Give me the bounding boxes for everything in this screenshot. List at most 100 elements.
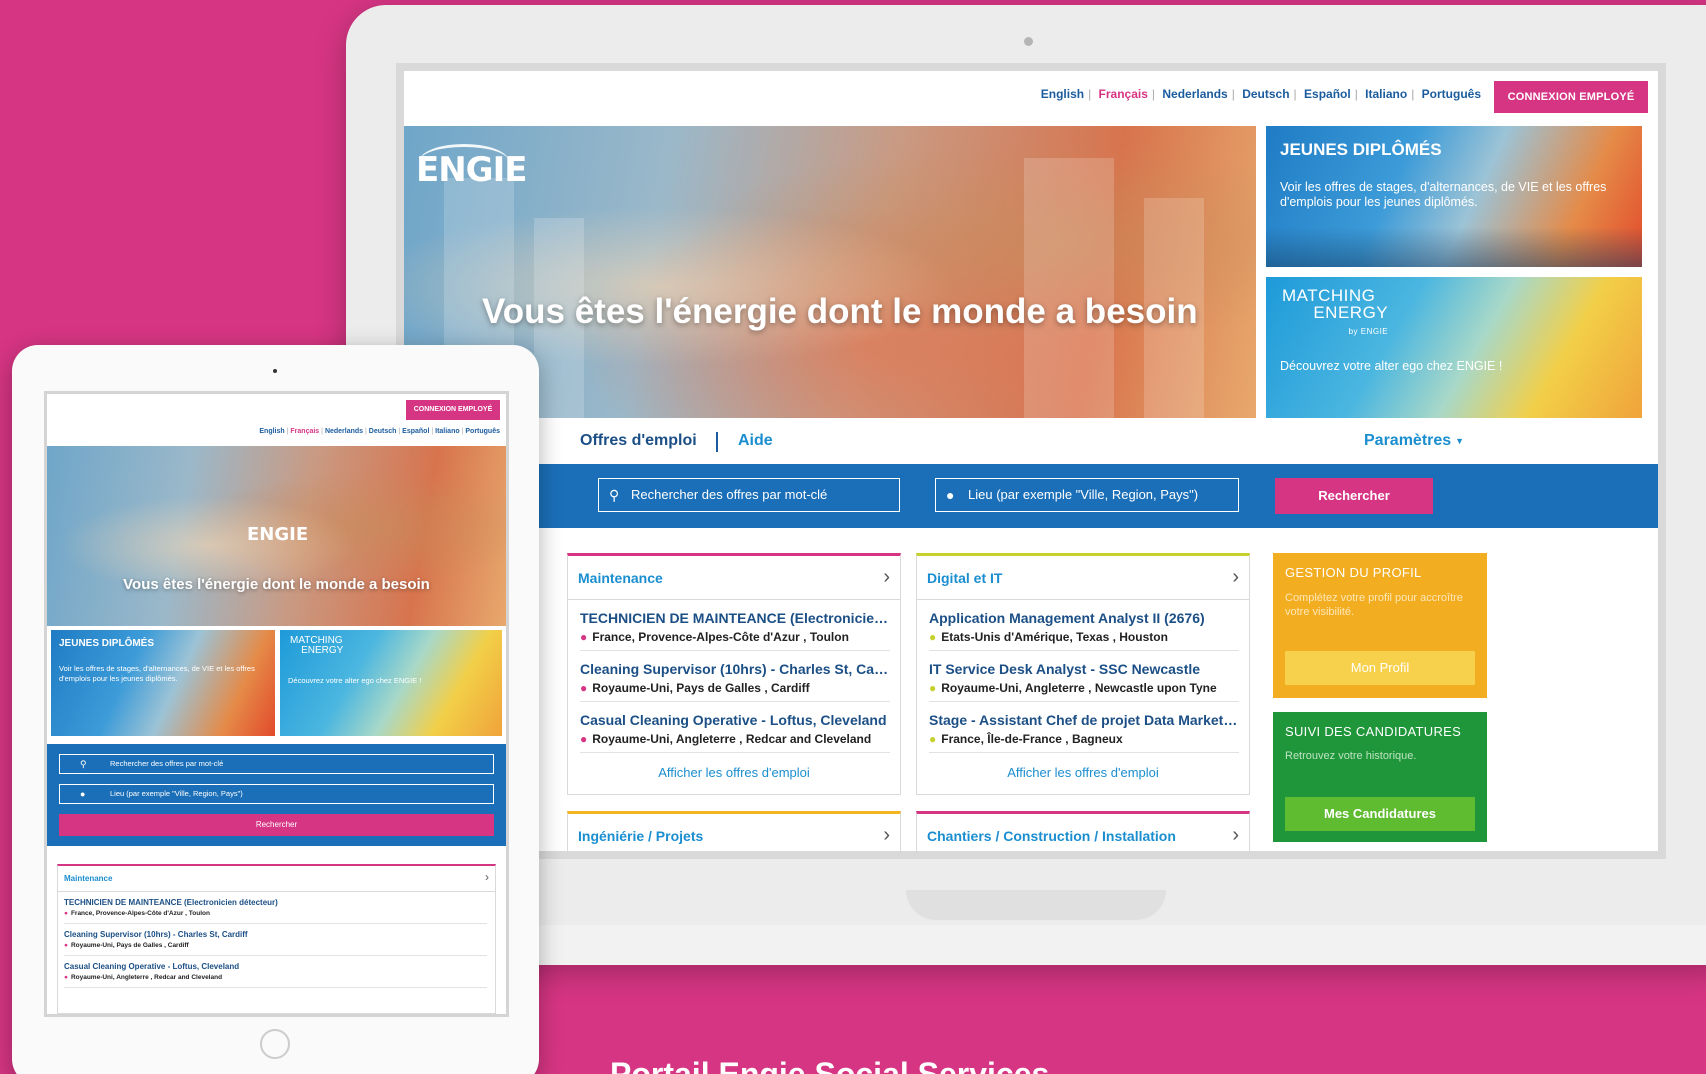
employee-login-button[interactable]: CONNEXION EMPLOYÉ — [1494, 81, 1648, 113]
lang-spanish[interactable]: Español — [1304, 87, 1351, 101]
job-location: ● France, Provence-Alpes-Côte d'Azur , To… — [580, 630, 849, 644]
matching-energy-text: Découvrez votre alter ego chez ENGIE ! — [288, 676, 422, 685]
graduates-title: JEUNES DIPLÔMÉS — [1280, 140, 1442, 159]
category-title: Ingéniérie / Projets — [578, 828, 704, 844]
lang-italian[interactable]: Italiano — [1365, 87, 1407, 101]
matching-energy-logo: MATCHING ENERGY — [290, 635, 344, 656]
category-card-digital: Digital et IT › Application Management A… — [916, 553, 1250, 795]
lang-dutch[interactable]: Nederlands — [1162, 87, 1227, 101]
engie-logo[interactable]: ENGIE — [416, 144, 527, 190]
location-pin-icon: ● — [929, 681, 937, 695]
lang-portuguese[interactable]: Português — [1422, 87, 1481, 101]
matching-energy-logo: MATCHING ENERGY by ENGIE — [1282, 286, 1389, 336]
location-pin-icon: ● — [580, 681, 588, 695]
job-item[interactable]: Application Management Analyst II (2676)… — [929, 600, 1239, 651]
search-bar: ⚲ Rechercher des offres par mot-clé ● Li… — [47, 744, 506, 846]
lang-french[interactable]: Français — [290, 428, 319, 435]
keyword-placeholder: Rechercher des offres par mot-clé — [110, 759, 224, 768]
job-title[interactable]: Stage - Assistant Chef de projet Data Ma… — [929, 712, 1239, 728]
profile-panel: GESTION DU PROFIL Complétez votre profil… — [1273, 553, 1487, 698]
category-card-maintenance: Maintenance › TECHNICIEN DE MAINTEANCE (… — [567, 553, 901, 795]
location-pin-icon: ● — [946, 487, 955, 503]
graduates-text: Voir les offres de stages, d'alternances… — [1280, 180, 1607, 209]
my-applications-button[interactable]: Mes Candidatures — [1285, 797, 1475, 831]
job-title[interactable]: Cleaning Supervisor (10hrs) - Charles St… — [580, 661, 890, 677]
keyword-search-input[interactable]: ⚲ Rechercher des offres par mot-clé — [598, 478, 900, 512]
employee-login-button[interactable]: CONNEXION EMPLOYÉ — [406, 400, 500, 420]
location-pin-icon: ● — [64, 910, 68, 917]
graduates-promo[interactable]: JEUNES DIPLÔMÉS Voir les offres de stage… — [51, 630, 275, 736]
keyword-search-input[interactable]: ⚲ Rechercher des offres par mot-clé — [59, 754, 494, 774]
job-item[interactable]: IT Service Desk Analyst - SSC Newcastle … — [929, 651, 1239, 702]
job-title[interactable]: Cleaning Supervisor (10hrs) - Charles St… — [64, 930, 487, 939]
category-header[interactable]: Chantiers / Construction / Installation … — [917, 814, 1249, 851]
search-bar: ⚲ Rechercher des offres par mot-clé ● Li… — [538, 464, 1658, 528]
category-card-engineering: Ingéniérie / Projets › — [567, 811, 901, 851]
matching-energy-text: Découvrez votre alter ego chez ENGIE ! — [1280, 359, 1503, 373]
applications-panel: SUIVI DES CANDIDATURES Retrouvez votre h… — [1273, 712, 1487, 842]
laptop-camera — [1024, 37, 1033, 46]
engie-logo[interactable]: ENGIE — [247, 524, 308, 545]
job-location: ● Royaume-Uni, Angleterre , Newcastle upo… — [929, 681, 1217, 695]
job-item[interactable]: TECHNICIEN DE MAINTEANCE (Electronicien … — [580, 600, 890, 651]
lang-italian[interactable]: Italiano — [435, 428, 460, 435]
tablet-screen: CONNEXION EMPLOYÉ English | Français | N… — [44, 391, 509, 1017]
lang-german[interactable]: Deutsch — [369, 428, 397, 435]
tab-help[interactable]: Aide — [738, 432, 773, 450]
search-button[interactable]: Rechercher — [59, 814, 494, 836]
matching-energy-promo[interactable]: MATCHING ENERGY by ENGIE Découvrez votre… — [1266, 277, 1642, 418]
profile-text: Complétez votre profil pour accroître vo… — [1285, 592, 1463, 618]
lang-german[interactable]: Deutsch — [1242, 87, 1289, 101]
graduates-promo[interactable]: JEUNES DIPLÔMÉS Voir les offres de stage… — [1266, 126, 1642, 267]
location-pin-icon: ● — [64, 974, 68, 981]
chevron-right-icon[interactable]: › — [883, 824, 890, 847]
category-header[interactable]: Maintenance › — [58, 866, 495, 892]
job-title[interactable]: TECHNICIEN DE MAINTEANCE (Electronicien … — [64, 898, 487, 907]
my-profile-button[interactable]: Mon Profil — [1285, 651, 1475, 685]
category-header[interactable]: Ingéniérie / Projets › — [568, 814, 900, 851]
tablet-device: CONNEXION EMPLOYÉ English | Français | N… — [12, 345, 539, 1074]
show-all-jobs-link[interactable]: Afficher les offres d'emploi — [917, 753, 1249, 794]
job-title[interactable]: Application Management Analyst II (2676) — [929, 610, 1239, 626]
job-title[interactable]: IT Service Desk Analyst - SSC Newcastle — [929, 661, 1239, 677]
page-caption: Portail Engie Social Services — [610, 1056, 1050, 1074]
settings-menu[interactable]: Paramètres ▼ — [1364, 432, 1464, 450]
location-search-input[interactable]: ● Lieu (par exemple "Ville, Region, Pays… — [59, 784, 494, 804]
lang-dutch[interactable]: Nederlands — [325, 428, 363, 435]
nav-divider — [716, 432, 718, 452]
location-pin-icon: ● — [64, 942, 68, 949]
show-all-jobs-link[interactable]: Afficher les offres d'emploi — [568, 753, 900, 794]
job-item[interactable]: Casual Cleaning Operative - Loftus, Clev… — [580, 702, 890, 753]
job-item[interactable]: Casual Cleaning Operative - Loftus, Clev… — [64, 956, 487, 988]
lang-spanish[interactable]: Español — [402, 428, 429, 435]
tab-job-offers[interactable]: Offres d'emploi — [580, 432, 697, 450]
job-location: ● France, Provence-Alpes-Côte d'Azur , To… — [64, 910, 210, 917]
job-location: ● France, Île-de-France , Bagneux — [929, 732, 1123, 746]
location-pin-icon: ● — [929, 630, 937, 644]
category-card-maintenance: Maintenance › TECHNICIEN DE MAINTEANCE (… — [57, 864, 496, 1014]
job-title[interactable]: TECHNICIEN DE MAINTEANCE (Electronicien … — [580, 610, 890, 626]
chevron-right-icon[interactable]: › — [1232, 824, 1239, 847]
lang-english[interactable]: English — [259, 428, 284, 435]
location-search-input[interactable]: ● Lieu (par exemple "Ville, Region, Pays… — [935, 478, 1239, 512]
lang-portuguese[interactable]: Português — [465, 428, 500, 435]
lang-french[interactable]: Français — [1099, 87, 1148, 101]
chevron-right-icon[interactable]: › — [883, 566, 890, 589]
location-placeholder: Lieu (par exemple "Ville, Region, Pays") — [968, 487, 1199, 502]
laptop-hinge — [906, 890, 1166, 920]
category-header[interactable]: Digital et IT › — [917, 556, 1249, 600]
job-title[interactable]: Casual Cleaning Operative - Loftus, Clev… — [580, 712, 890, 728]
search-button[interactable]: Rechercher — [1275, 478, 1433, 514]
job-item[interactable]: Cleaning Supervisor (10hrs) - Charles St… — [580, 651, 890, 702]
category-header[interactable]: Maintenance › — [568, 556, 900, 600]
chevron-right-icon[interactable]: › — [485, 870, 489, 884]
location-placeholder: Lieu (par exemple "Ville, Region, Pays") — [110, 789, 243, 798]
lang-english[interactable]: English — [1041, 87, 1084, 101]
matching-energy-promo[interactable]: MATCHING ENERGY Découvrez votre alter eg… — [280, 630, 502, 736]
job-title[interactable]: Casual Cleaning Operative - Loftus, Clev… — [64, 962, 487, 971]
job-item[interactable]: TECHNICIEN DE MAINTEANCE (Electronicien … — [64, 892, 487, 924]
tablet-home-button — [260, 1029, 290, 1059]
chevron-right-icon[interactable]: › — [1232, 566, 1239, 589]
job-item[interactable]: Stage - Assistant Chef de projet Data Ma… — [929, 702, 1239, 753]
job-item[interactable]: Cleaning Supervisor (10hrs) - Charles St… — [64, 924, 487, 956]
